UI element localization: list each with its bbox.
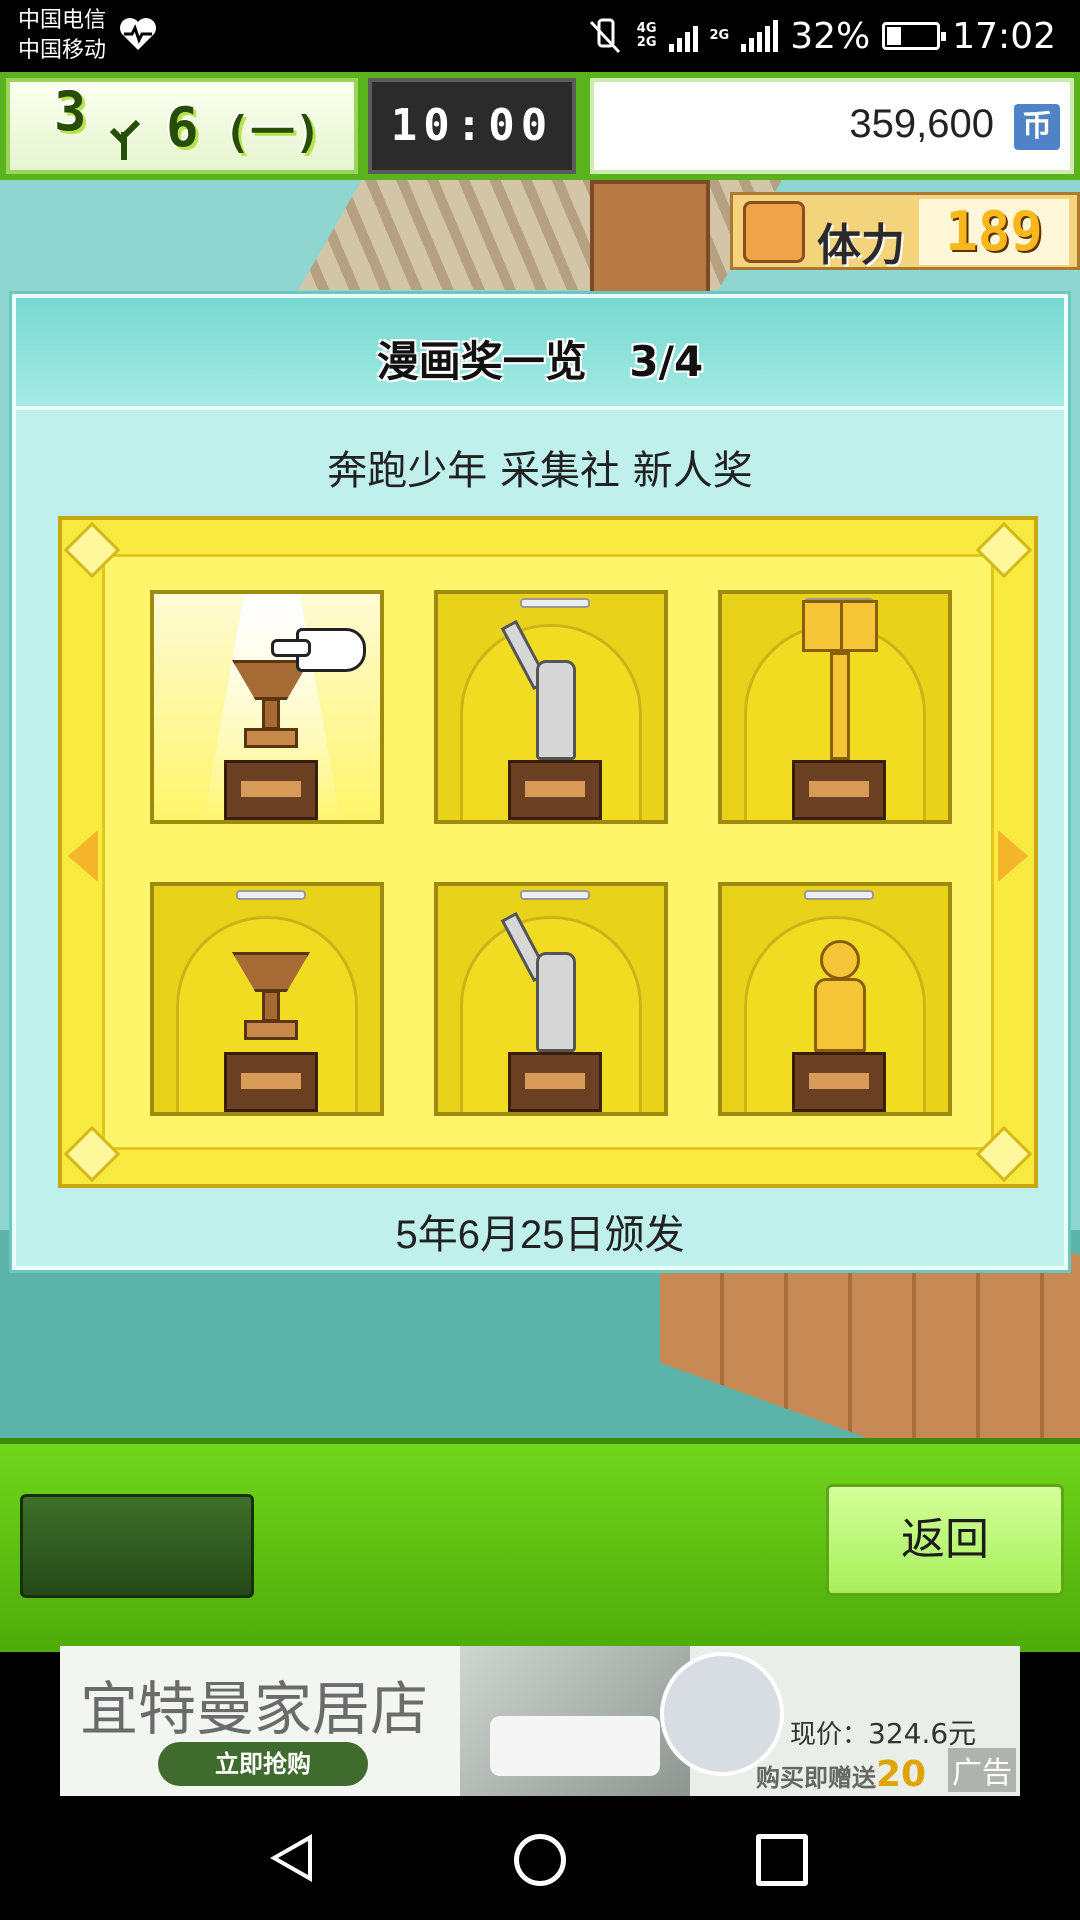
money-panel: 359,600 币 <box>590 78 1074 174</box>
ad-promo-text: 购买即赠送 <box>756 1764 876 1792</box>
status-right: 4G 2G 2G 32% 17:02 <box>585 10 1056 62</box>
pointing-hand-icon <box>271 628 366 672</box>
disabled-button <box>20 1494 254 1598</box>
trophy-slot-1[interactable] <box>150 590 384 824</box>
status-bar: 中国电信 中国移动 4G 2G 2G 32% 17:02 <box>0 0 1080 72</box>
modal-title: 漫画奖一览 3/4 <box>376 337 704 386</box>
wall-decor <box>590 180 710 300</box>
battery-percent: 32% <box>790 15 871 57</box>
gold-book-trophy-icon <box>792 600 888 760</box>
currency-icon: 币 <box>1014 104 1060 150</box>
clock: 17:02 <box>952 15 1056 57</box>
year-value: 3 <box>54 80 87 143</box>
trophy-slot-3[interactable] <box>718 590 952 824</box>
next-page-arrow-icon[interactable] <box>998 830 1028 882</box>
stamina-stat: 体力 189 <box>730 192 1080 271</box>
trophy-base <box>508 760 602 820</box>
month-value: 6 <box>166 96 199 159</box>
back-button[interactable]: 返回 <box>826 1484 1064 1596</box>
silver-figure-trophy-icon <box>500 619 604 760</box>
money-value: 359,600 <box>849 102 994 146</box>
stamina-value: 189 <box>919 199 1069 265</box>
carrier-1: 中国电信 <box>18 8 107 33</box>
network-type-2: 2G <box>636 35 657 50</box>
award-list-modal: 漫画奖一览 3/4 奔跑少年 采集社 新人奖 5年6月25日颁发 <box>12 294 1068 1270</box>
sprout-icon <box>109 119 141 160</box>
ad-price-label: 现价： <box>790 1720 869 1750</box>
time-display: 10:00 <box>368 78 576 174</box>
ad-promo-number: 20 <box>876 1754 927 1795</box>
muscle-icon <box>743 201 805 263</box>
signal-icon-2 <box>741 20 779 52</box>
game-hud: 3 6 (一) 10:00 359,600 币 <box>0 72 1080 180</box>
ad-price: 现价：324.6元 <box>790 1712 976 1752</box>
trophy-slot-6[interactable] <box>718 882 952 1116</box>
carrier-2: 中国移动 <box>18 38 107 63</box>
bronze-cup-trophy-icon <box>232 952 310 1052</box>
date-panel: 3 6 (一) <box>6 78 358 174</box>
trophy-base <box>792 760 886 820</box>
nav-home-icon[interactable] <box>514 1834 566 1886</box>
award-name: 奔跑少年 采集社 新人奖 <box>327 448 753 494</box>
prev-page-arrow-icon[interactable] <box>68 830 98 882</box>
ad-buy-now-button[interactable]: 立即抢购 <box>158 1742 368 1786</box>
bed-image <box>490 1716 660 1776</box>
gold-statue-trophy-icon <box>800 940 880 1052</box>
ad-banner[interactable]: 宜特曼家居店 立即抢购 现价：324.6元 购买即赠送20 广告 <box>60 1646 1020 1796</box>
nav-recents-icon[interactable] <box>756 1834 808 1886</box>
bronze-cup-trophy-icon <box>232 660 310 760</box>
modal-header: 漫画奖一览 3/4 <box>16 298 1064 410</box>
trophy-base <box>792 1052 886 1112</box>
system-nav-bar <box>0 1796 1080 1920</box>
network-type-1: 4G <box>636 21 657 36</box>
stamina-label: 体力 <box>817 220 905 271</box>
trophy-frame <box>58 516 1038 1188</box>
signal-icon <box>668 20 698 52</box>
trophy-base <box>508 1052 602 1112</box>
battery-icon <box>882 22 947 50</box>
trophy-slot-4[interactable] <box>150 882 384 1116</box>
trophy-base <box>224 1052 318 1112</box>
trophy-slot-5[interactable] <box>434 882 668 1116</box>
network-type: 4G 2G <box>637 22 657 50</box>
network-type-3: 2G <box>709 28 730 43</box>
trophy-slot-2[interactable] <box>434 590 668 824</box>
ad-promo: 购买即赠送20 <box>756 1754 926 1795</box>
nav-back-icon[interactable] <box>270 1834 312 1882</box>
mute-icon <box>589 18 620 54</box>
ad-tag: 广告 <box>948 1748 1016 1792</box>
trophy-base <box>224 760 318 820</box>
heart-icon <box>120 18 156 50</box>
ad-brand: 宜特曼家居店 <box>80 1675 429 1743</box>
carrier-info: 中国电信 中国移动 <box>18 6 106 66</box>
award-date: 5年6月25日颁发 <box>395 1213 685 1257</box>
silver-figure-trophy-icon <box>500 911 604 1052</box>
week-value: (一) <box>224 107 321 158</box>
bottom-bar: 返回 <box>0 1438 1080 1652</box>
ad-price-value: 324.6元 <box>868 1717 977 1750</box>
